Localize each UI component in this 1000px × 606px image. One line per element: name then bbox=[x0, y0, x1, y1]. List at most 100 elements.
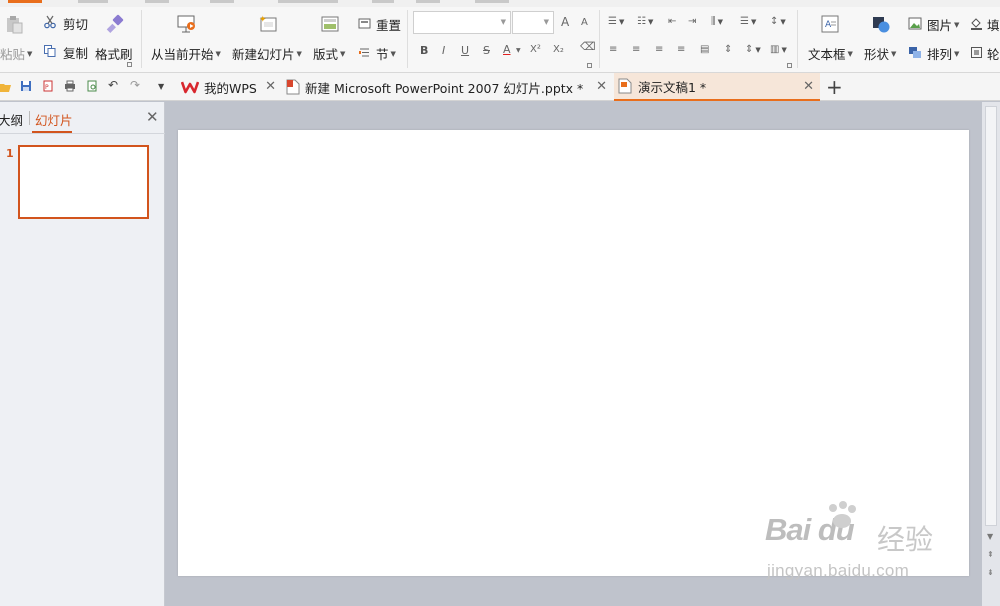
ribbon-tab-view[interactable] bbox=[416, 0, 440, 3]
tab-slides[interactable]: 幻灯片 bbox=[35, 110, 73, 129]
font-color-button[interactable]: A bbox=[503, 43, 511, 56]
format-painter-icon[interactable] bbox=[105, 14, 125, 34]
copy-button[interactable]: 复制 bbox=[43, 43, 88, 62]
tab-pptx-file[interactable]: 新建 Microsoft PowerPoint 2007 幻灯片.pptx * … bbox=[283, 73, 613, 101]
tab-my-wps[interactable]: 我的WPS ✕ bbox=[176, 73, 282, 101]
textbox-button[interactable]: 文本框 ▼ bbox=[808, 44, 853, 63]
font-dialog-launcher[interactable] bbox=[587, 63, 592, 68]
bold-button[interactable]: B bbox=[420, 44, 428, 57]
ribbon-divider bbox=[407, 10, 408, 68]
shape-icon[interactable] bbox=[871, 14, 891, 34]
tab-presentation-1[interactable]: 演示文稿1 * ✕ bbox=[614, 73, 820, 101]
fill-label: 填 bbox=[987, 18, 1000, 33]
columns-icon[interactable]: ▥ ▼ bbox=[770, 44, 787, 55]
ribbon-tab-review[interactable] bbox=[372, 0, 394, 3]
panel-tab-divider bbox=[29, 111, 30, 125]
font-color-dropdown-icon[interactable]: ▼ bbox=[516, 47, 521, 54]
print-preview-icon[interactable] bbox=[86, 80, 100, 94]
shrink-font-button[interactable]: A bbox=[581, 17, 588, 28]
play-from-current-icon[interactable] bbox=[176, 14, 198, 34]
section-icon bbox=[358, 46, 371, 62]
reset-button[interactable]: 重置 bbox=[358, 15, 401, 34]
close-tab-icon[interactable]: ✕ bbox=[265, 79, 276, 94]
print-icon[interactable] bbox=[64, 80, 78, 94]
add-tab-button[interactable]: + bbox=[826, 75, 843, 99]
tab-outline[interactable]: 大纲 bbox=[0, 110, 23, 129]
strikethrough-button[interactable]: S bbox=[483, 44, 490, 57]
new-slide-button[interactable]: 新建幻灯片 ▼ bbox=[232, 44, 302, 63]
italic-button[interactable]: I bbox=[442, 44, 445, 57]
decrease-indent-icon[interactable]: ⇤ bbox=[668, 16, 676, 27]
line-spacing-icon[interactable]: ↕ ▼ bbox=[770, 16, 786, 27]
font-name-input[interactable]: ▼ bbox=[413, 11, 511, 34]
align-left-icon[interactable]: ≡ bbox=[609, 44, 617, 55]
new-slide-icon[interactable]: ✦ bbox=[258, 14, 280, 34]
ribbon-tab-home[interactable] bbox=[8, 0, 42, 3]
baidu-jingyan-watermark: Bai du 经验 jingyan.baidu.com bbox=[765, 501, 965, 582]
section-button[interactable]: 节 ▼ bbox=[358, 44, 396, 63]
customize-toolbar-dropdown-icon[interactable]: ▼ bbox=[158, 82, 172, 96]
font-size-input[interactable]: ▼ bbox=[512, 11, 554, 34]
ribbon-tab-design[interactable] bbox=[145, 0, 169, 3]
align-center-icon[interactable]: ≡ bbox=[632, 44, 640, 55]
scissors-icon bbox=[43, 15, 57, 32]
layout-button[interactable]: 版式 ▼ bbox=[313, 44, 345, 63]
svg-text:A: A bbox=[825, 20, 832, 30]
ribbon-tab-slideshow[interactable] bbox=[278, 0, 338, 3]
paste-icon[interactable] bbox=[4, 14, 24, 34]
shape-label: 形状 bbox=[864, 47, 890, 62]
picture-button[interactable]: 图片 ▼ bbox=[908, 15, 959, 34]
save-icon[interactable] bbox=[20, 80, 34, 94]
fill-bucket-icon bbox=[970, 17, 983, 33]
fill-button[interactable]: 填 bbox=[970, 15, 1000, 34]
superscript-button[interactable]: X² bbox=[530, 44, 541, 55]
distributed-icon[interactable]: ▤ bbox=[700, 44, 709, 55]
outline-button[interactable]: 轮 bbox=[970, 44, 1000, 63]
align-right-icon[interactable]: ≡ bbox=[655, 44, 663, 55]
undo-icon[interactable]: ↶ bbox=[108, 78, 122, 92]
clear-format-icon[interactable]: ⌫ bbox=[580, 40, 596, 53]
paragraph-spacing-icon[interactable]: ⇕ ▼ bbox=[745, 44, 761, 55]
increase-indent-icon[interactable]: ⇥ bbox=[688, 16, 696, 27]
subscript-button[interactable]: X₂ bbox=[553, 44, 564, 55]
ribbon-tab-special[interactable] bbox=[475, 0, 509, 3]
shape-button[interactable]: 形状 ▼ bbox=[864, 44, 896, 63]
scroll-down-arrow-icon[interactable]: ▼ bbox=[987, 532, 993, 541]
vertical-scrollbar[interactable]: ▼ ⇞ ⇟ bbox=[982, 102, 1000, 606]
bullets-icon[interactable]: ☰ ▼ bbox=[608, 16, 624, 27]
paste-button[interactable]: 粘贴 ▼ bbox=[0, 44, 32, 63]
ribbon: 粘贴 ▼ 剪切 复制 格式刷 从当前开始 ▼ ✦ 新建幻灯片 ▼ 版式 ▼ 重置… bbox=[0, 0, 1000, 73]
numbering-icon[interactable]: ☷ ▼ bbox=[637, 16, 653, 27]
textbox-icon[interactable]: A bbox=[820, 14, 840, 34]
slide-thumbnail[interactable] bbox=[18, 145, 149, 219]
export-pdf-icon[interactable]: P bbox=[42, 80, 56, 94]
close-tab-icon[interactable]: ✕ bbox=[596, 79, 607, 94]
arrange-button[interactable]: 排列 ▼ bbox=[908, 44, 959, 63]
paragraph-dialog-launcher[interactable] bbox=[787, 63, 792, 68]
ribbon-tab-animation[interactable] bbox=[210, 0, 234, 3]
align-text-icon[interactable]: ☰ ▼ bbox=[740, 16, 756, 27]
line-spacing-before-icon[interactable]: ⇕ bbox=[724, 44, 732, 55]
text-direction-icon[interactable]: ⫼ ▼ bbox=[711, 16, 723, 27]
redo-icon[interactable]: ↷ bbox=[130, 78, 144, 92]
textbox-label: 文本框 bbox=[808, 47, 846, 62]
ribbon-tab-insert[interactable] bbox=[78, 0, 108, 3]
underline-button[interactable]: U bbox=[461, 44, 469, 57]
close-tab-icon[interactable]: ✕ bbox=[803, 79, 814, 94]
next-slide-icon[interactable]: ⇟ bbox=[987, 568, 994, 577]
justify-icon[interactable]: ≡ bbox=[677, 44, 685, 55]
open-icon[interactable] bbox=[0, 80, 14, 94]
format-painter-button[interactable]: 格式刷 bbox=[95, 44, 133, 63]
previous-slide-icon[interactable]: ⇞ bbox=[987, 550, 994, 559]
panel-tabs: 大纲 幻灯片 ✕ bbox=[0, 102, 165, 134]
outline-icon bbox=[970, 46, 983, 62]
paw-icon bbox=[821, 500, 861, 528]
grow-font-button[interactable]: A bbox=[561, 15, 569, 29]
close-panel-icon[interactable]: ✕ bbox=[146, 108, 159, 126]
layout-icon[interactable] bbox=[320, 14, 340, 34]
cut-button[interactable]: 剪切 bbox=[43, 14, 88, 33]
scrollbar-thumb[interactable] bbox=[985, 106, 997, 526]
clipboard-dialog-launcher[interactable] bbox=[127, 62, 132, 67]
from-current-button[interactable]: 从当前开始 ▼ bbox=[151, 44, 221, 63]
jingyan-url: jingyan.baidu.com bbox=[767, 561, 910, 580]
